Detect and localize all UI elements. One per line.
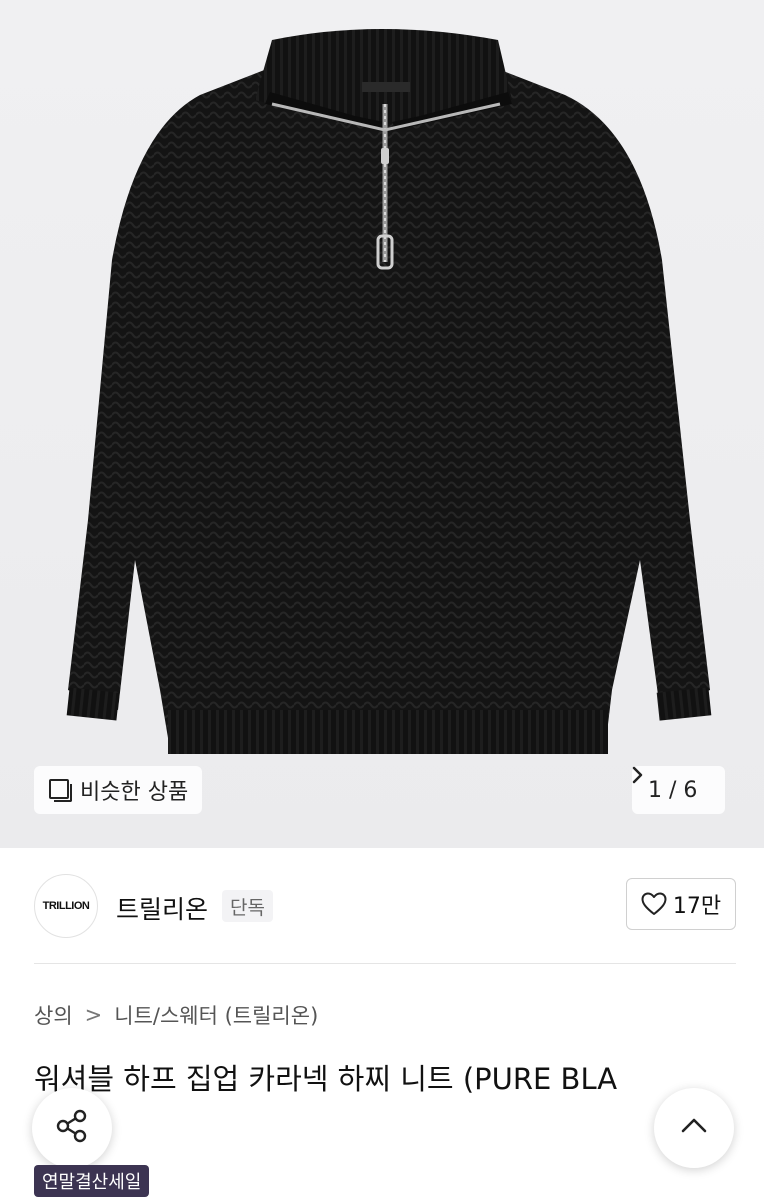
brand-row: TRILLION 트릴리온 단독 17만: [0, 848, 764, 964]
breadcrumb-item-category[interactable]: 상의: [34, 1000, 73, 1030]
share-button[interactable]: [32, 1088, 112, 1168]
like-button[interactable]: 17만: [626, 878, 736, 930]
product-image-gallery[interactable]: 비슷한 상품 1 / 6: [0, 0, 764, 848]
breadcrumb: 상의 > 니트/스웨터 (트릴리온): [34, 1000, 318, 1030]
exclusive-tag: 단독: [222, 890, 273, 922]
share-icon: [52, 1106, 92, 1150]
product-title: 워셔블 하프 집업 카라넥 하찌 니트 (PURE BLA: [34, 1062, 618, 1096]
sale-badge: 연말결산세일: [34, 1165, 150, 1197]
scroll-top-button[interactable]: [654, 1088, 734, 1168]
heart-icon: [641, 892, 667, 916]
page-indicator: 1 / 6: [648, 777, 698, 803]
similar-items-label: 비슷한 상품: [80, 780, 189, 805]
divider: [34, 963, 736, 964]
breadcrumb-item-subcategory[interactable]: 니트/스웨터 (트릴리온): [114, 1000, 318, 1030]
chevron-up-icon: [679, 1116, 709, 1140]
image-pager[interactable]: 1 / 6: [632, 766, 726, 814]
similar-items-button[interactable]: 비슷한 상품: [34, 766, 203, 814]
similar-items-icon: [48, 778, 72, 802]
product-image: [66, 29, 712, 754]
brand-name[interactable]: 트릴리온: [116, 890, 208, 926]
breadcrumb-separator: >: [84, 1003, 103, 1027]
like-count: 17만: [672, 894, 722, 919]
brand-logo[interactable]: TRILLION: [34, 874, 98, 938]
